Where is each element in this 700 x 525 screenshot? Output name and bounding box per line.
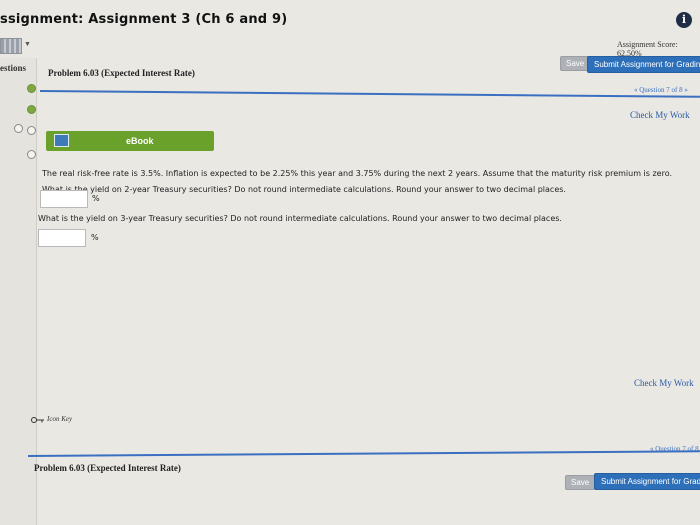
- question-status-icon[interactable]: [27, 84, 36, 93]
- save-button[interactable]: Save: [565, 475, 596, 490]
- problem-divider: [39, 90, 700, 98]
- check-my-work-button[interactable]: Check My Work: [630, 110, 690, 120]
- unit-label: %: [92, 194, 100, 203]
- ebook-label: eBook: [126, 136, 154, 146]
- assignment-title: ssignment: Assignment 3 (Ch 6 and 9): [0, 12, 288, 27]
- question-grid-icon[interactable]: [0, 38, 22, 54]
- footer-divider: [27, 450, 700, 457]
- question-nav[interactable]: « Question 7 of 8 »: [634, 86, 688, 94]
- question-status-icon[interactable]: [27, 126, 36, 135]
- info-icon[interactable]: i: [676, 12, 692, 28]
- key-icon: [31, 417, 44, 423]
- question-2yr: What is the yield on 2-year Treasury sec…: [42, 185, 566, 194]
- submit-assignment-button[interactable]: Submit Assignment for Gradin: [594, 473, 700, 490]
- questions-label: estions: [0, 63, 27, 73]
- question-status-icon[interactable]: [27, 150, 36, 159]
- problem-title: Problem 6.03 (Expected Interest Rate): [48, 68, 195, 78]
- answer-3yr-input[interactable]: [38, 229, 86, 247]
- chevron-down-icon[interactable]: ▼: [24, 41, 31, 48]
- book-icon: [54, 134, 69, 147]
- question-status-icon[interactable]: [27, 105, 36, 114]
- question-status-icon[interactable]: [14, 124, 23, 133]
- check-my-work-button[interactable]: Check My Work: [634, 378, 694, 388]
- save-button[interactable]: Save: [560, 56, 591, 71]
- icon-key-link[interactable]: Icon Key: [47, 415, 72, 423]
- unit-label: %: [91, 233, 99, 242]
- footer-problem-title: Problem 6.03 (Expected Interest Rate): [34, 463, 181, 473]
- problem-statement: The real risk-free rate is 3.5%. Inflati…: [42, 169, 673, 178]
- question-3yr: What is the yield on 3-year Treasury sec…: [38, 214, 562, 223]
- submit-assignment-button[interactable]: Submit Assignment for Grading: [587, 56, 700, 73]
- answer-2yr-input[interactable]: [40, 190, 88, 208]
